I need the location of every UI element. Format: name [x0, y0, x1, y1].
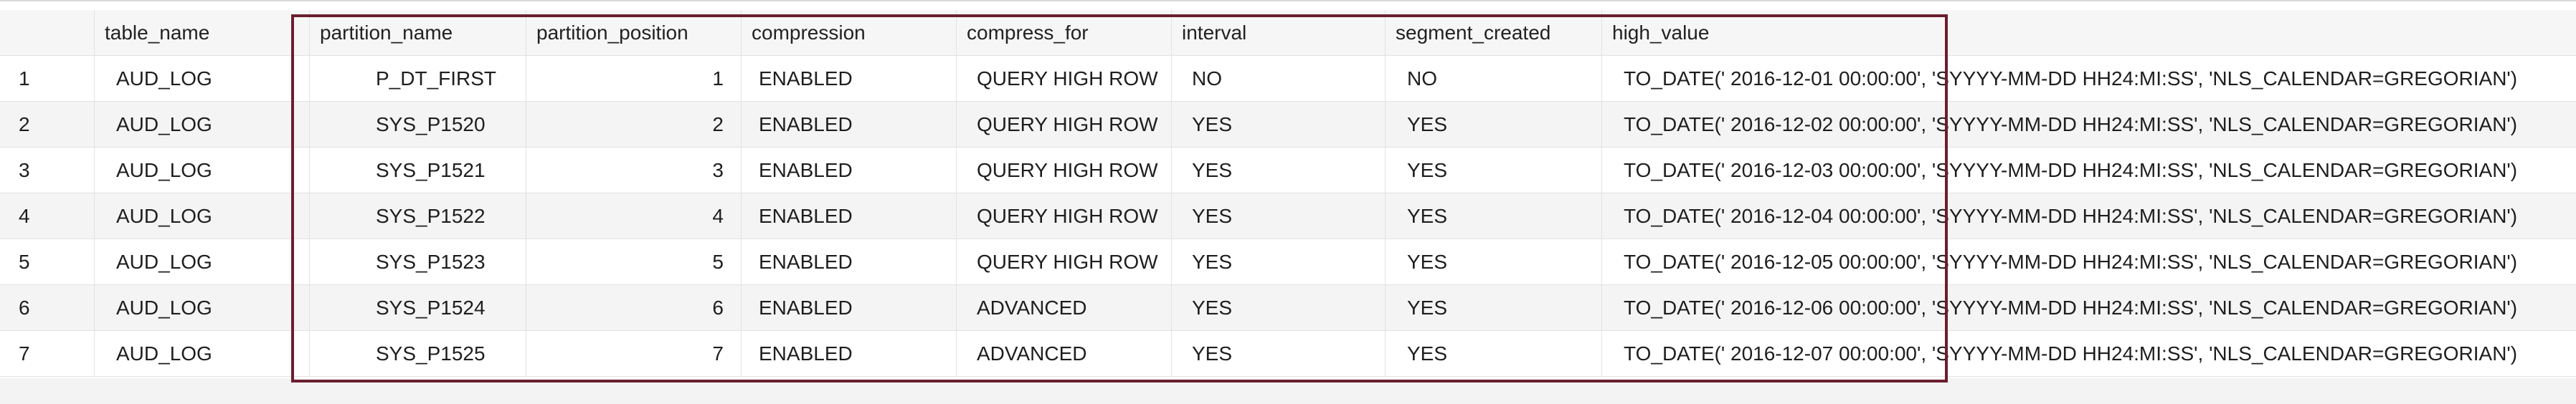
cell-partition-position[interactable]: 2 [526, 102, 742, 148]
row-number: 1 [0, 56, 95, 102]
cell-partition-position[interactable]: 3 [526, 148, 742, 193]
cell-high-value[interactable]: TO_DATE(' 2016-12-04 00:00:00', 'SYYYY-M… [1602, 193, 2576, 239]
cell-partition-position[interactable]: 7 [526, 331, 742, 377]
results-grid: table_name partition_name partition_posi… [0, 0, 2576, 380]
cell-table-name[interactable]: AUD_LOG [95, 331, 310, 377]
cell-partition-position[interactable]: 6 [526, 285, 742, 331]
cell-segment-created[interactable]: NO [1386, 56, 1602, 102]
cell-segment-created[interactable]: YES [1386, 193, 1602, 239]
column-header-compression[interactable]: compression [742, 10, 957, 56]
column-header-high-value[interactable]: high_value [1602, 10, 2576, 56]
column-header-partition-name[interactable]: partition_name [310, 10, 526, 56]
cell-partition-name[interactable]: SYS_P1522 [310, 193, 526, 239]
cell-compression[interactable]: ENABLED [742, 148, 957, 193]
cell-interval[interactable]: YES [1172, 102, 1386, 148]
row-number: 7 [0, 331, 95, 377]
cell-interval[interactable]: NO [1172, 56, 1386, 102]
cell-table-name[interactable]: AUD_LOG [95, 148, 310, 193]
cell-table-name[interactable]: AUD_LOG [95, 193, 310, 239]
grid-header-row: table_name partition_name partition_posi… [0, 10, 2576, 56]
cell-high-value[interactable]: TO_DATE(' 2016-12-01 00:00:00', 'SYYYY-M… [1602, 56, 2576, 102]
table-row[interactable]: 2 AUD_LOG SYS_P1520 2 ENABLED QUERY HIGH… [0, 102, 2576, 148]
row-number: 6 [0, 285, 95, 331]
cell-interval[interactable]: YES [1172, 239, 1386, 285]
cell-high-value[interactable]: TO_DATE(' 2016-12-06 00:00:00', 'SYYYY-M… [1602, 285, 2576, 331]
cell-interval[interactable]: YES [1172, 331, 1386, 377]
cell-partition-position[interactable]: 5 [526, 239, 742, 285]
cell-compression[interactable]: ENABLED [742, 193, 957, 239]
table-row[interactable]: 4 AUD_LOG SYS_P1522 4 ENABLED QUERY HIGH… [0, 193, 2576, 239]
cell-high-value[interactable]: TO_DATE(' 2016-12-07 00:00:00', 'SYYYY-M… [1602, 331, 2576, 377]
cell-interval[interactable]: YES [1172, 193, 1386, 239]
cell-compress-for[interactable]: QUERY HIGH ROW [957, 56, 1172, 102]
column-header-partition-position[interactable]: partition_position [526, 10, 742, 56]
cell-compress-for[interactable]: QUERY HIGH ROW [957, 102, 1172, 148]
cell-interval[interactable]: YES [1172, 285, 1386, 331]
cell-compression[interactable]: ENABLED [742, 239, 957, 285]
cell-partition-name[interactable]: SYS_P1525 [310, 331, 526, 377]
cell-partition-position[interactable]: 4 [526, 193, 742, 239]
cell-partition-name[interactable]: SYS_P1523 [310, 239, 526, 285]
cell-partition-name[interactable]: SYS_P1524 [310, 285, 526, 331]
cell-high-value[interactable]: TO_DATE(' 2016-12-05 00:00:00', 'SYYYY-M… [1602, 239, 2576, 285]
cell-segment-created[interactable]: YES [1386, 285, 1602, 331]
column-header-segment-created[interactable]: segment_created [1386, 10, 1602, 56]
cell-partition-name[interactable]: P_DT_FIRST [310, 56, 526, 102]
cell-table-name[interactable]: AUD_LOG [95, 285, 310, 331]
cell-partition-name[interactable]: SYS_P1520 [310, 102, 526, 148]
cell-interval[interactable]: YES [1172, 148, 1386, 193]
cell-compress-for[interactable]: QUERY HIGH ROW [957, 193, 1172, 239]
cell-table-name[interactable]: AUD_LOG [95, 239, 310, 285]
cell-table-name[interactable]: AUD_LOG [95, 102, 310, 148]
cell-compression[interactable]: ENABLED [742, 56, 957, 102]
column-header-table-name[interactable]: table_name [95, 10, 310, 56]
cell-high-value[interactable]: TO_DATE(' 2016-12-02 00:00:00', 'SYYYY-M… [1602, 102, 2576, 148]
cell-compress-for[interactable]: ADVANCED [957, 285, 1172, 331]
row-number: 5 [0, 239, 95, 285]
table-row[interactable]: 3 AUD_LOG SYS_P1521 3 ENABLED QUERY HIGH… [0, 148, 2576, 193]
table-row[interactable]: 1 AUD_LOG P_DT_FIRST 1 ENABLED QUERY HIG… [0, 56, 2576, 102]
table-row[interactable]: 6 AUD_LOG SYS_P1524 6 ENABLED ADVANCED Y… [0, 285, 2576, 331]
cell-segment-created[interactable]: YES [1386, 102, 1602, 148]
cell-segment-created[interactable]: YES [1386, 148, 1602, 193]
cell-compress-for[interactable]: QUERY HIGH ROW [957, 239, 1172, 285]
row-number: 3 [0, 148, 95, 193]
cell-compress-for[interactable]: ADVANCED [957, 331, 1172, 377]
table-row[interactable]: 5 AUD_LOG SYS_P1523 5 ENABLED QUERY HIGH… [0, 239, 2576, 285]
row-number: 2 [0, 102, 95, 148]
grid-footer-area [0, 378, 2576, 404]
cell-partition-name[interactable]: SYS_P1521 [310, 148, 526, 193]
cell-compress-for[interactable]: QUERY HIGH ROW [957, 148, 1172, 193]
cell-table-name[interactable]: AUD_LOG [95, 56, 310, 102]
cell-compression[interactable]: ENABLED [742, 331, 957, 377]
row-number: 4 [0, 193, 95, 239]
cell-segment-created[interactable]: YES [1386, 239, 1602, 285]
cell-compression[interactable]: ENABLED [742, 102, 957, 148]
table-row[interactable]: 7 AUD_LOG SYS_P1525 7 ENABLED ADVANCED Y… [0, 331, 2576, 377]
cell-high-value[interactable]: TO_DATE(' 2016-12-03 00:00:00', 'SYYYY-M… [1602, 148, 2576, 193]
column-header-interval[interactable]: interval [1172, 10, 1386, 56]
cell-partition-position[interactable]: 1 [526, 56, 742, 102]
cell-compression[interactable]: ENABLED [742, 285, 957, 331]
row-number-header [0, 10, 95, 56]
cell-segment-created[interactable]: YES [1386, 331, 1602, 377]
column-header-compress-for[interactable]: compress_for [957, 10, 1172, 56]
